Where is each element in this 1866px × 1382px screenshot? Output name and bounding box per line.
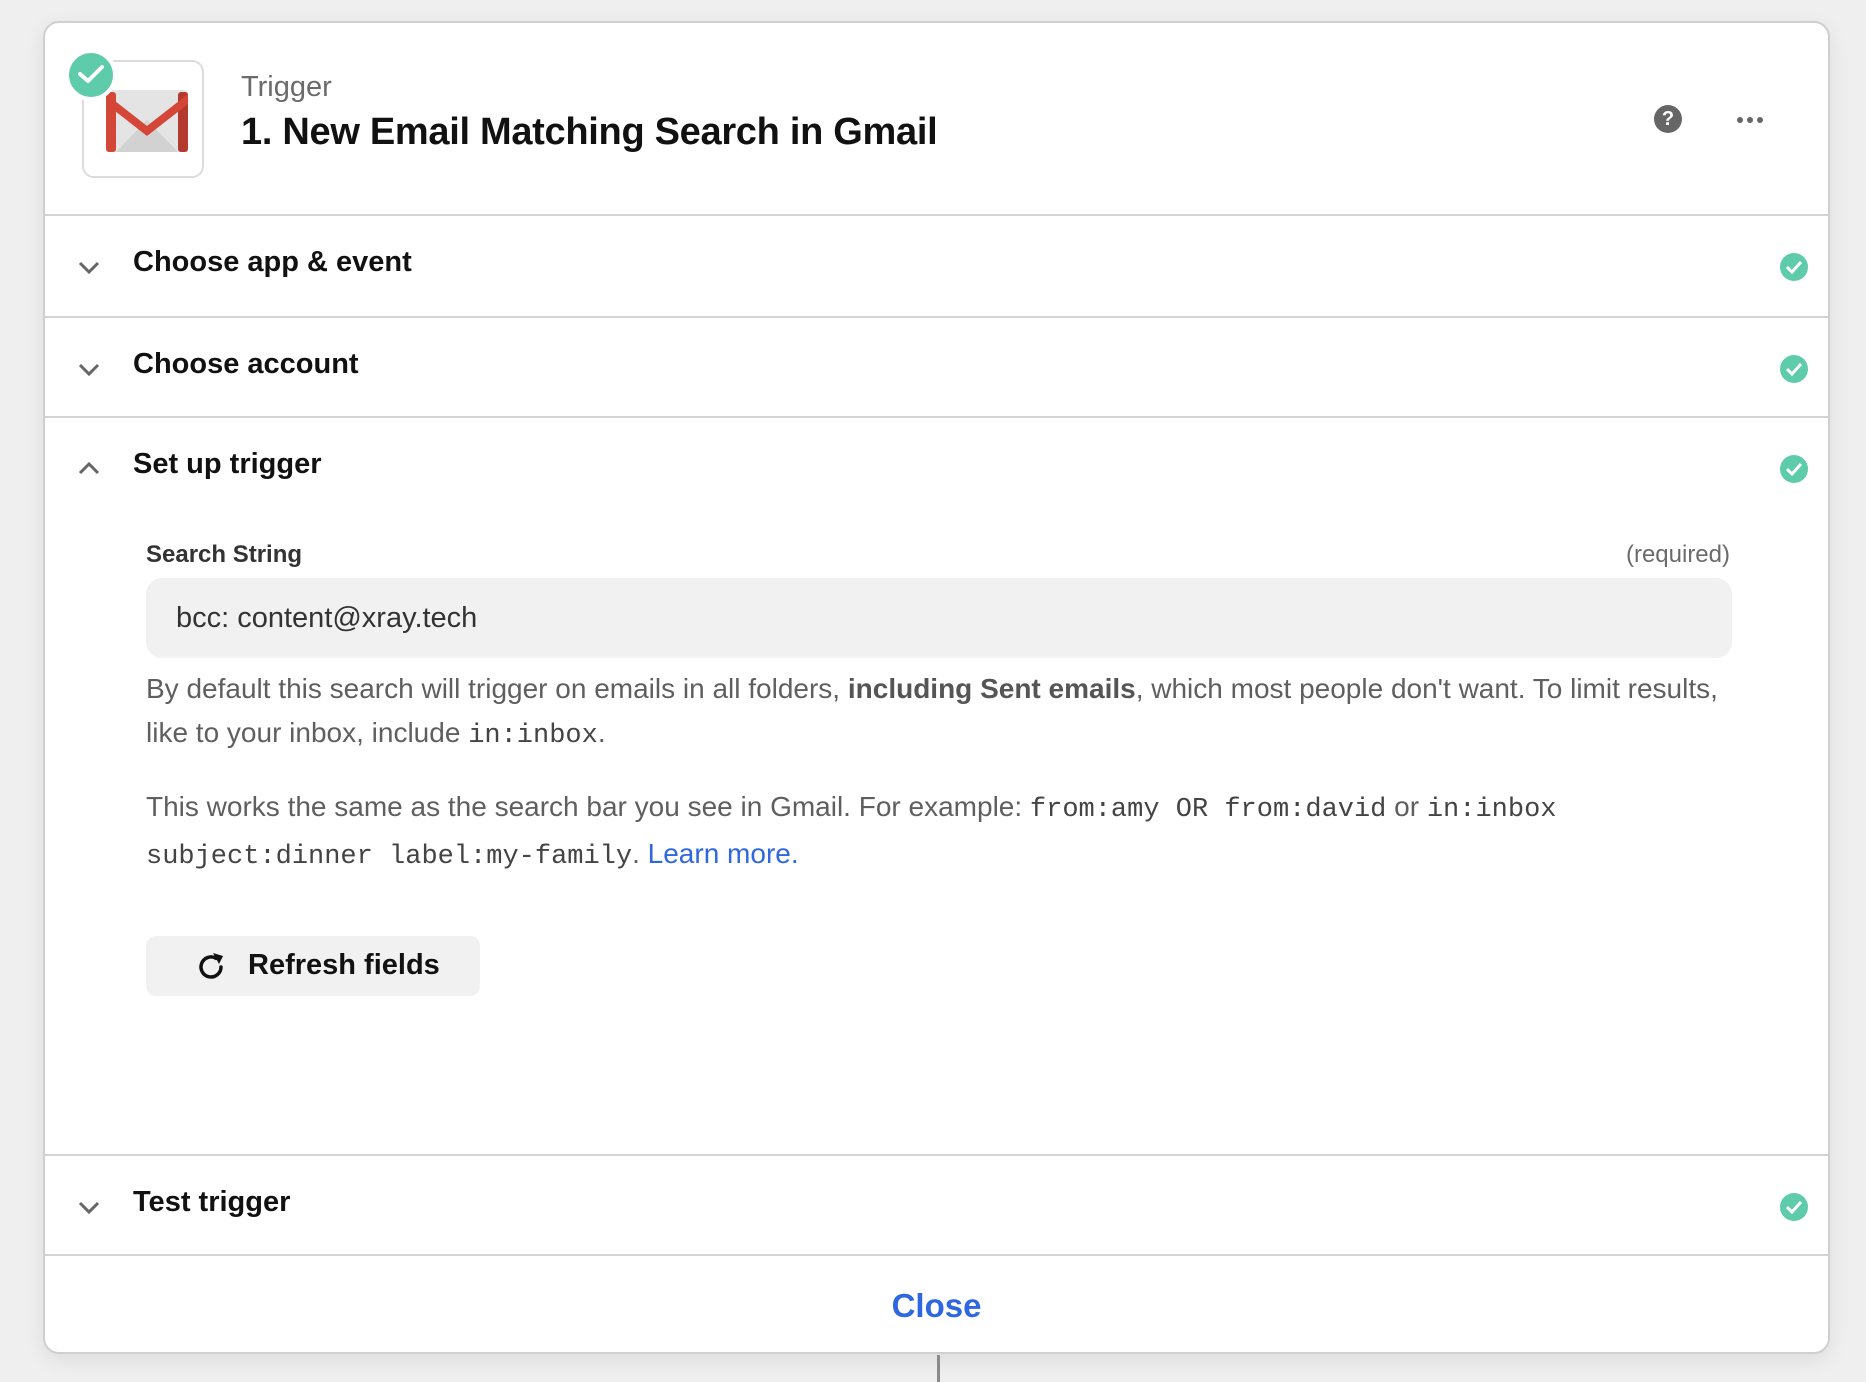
help-code: from:amy OR from:david <box>1029 795 1387 825</box>
help-icon[interactable]: ? <box>1654 105 1682 133</box>
chevron-down-icon <box>78 1201 100 1215</box>
section-choose-account[interactable]: Choose account <box>45 318 1828 418</box>
more-options-icon[interactable] <box>1735 105 1765 133</box>
success-check-icon <box>65 49 117 101</box>
help-text: . <box>597 717 606 748</box>
section-test-trigger[interactable]: Test trigger <box>45 1156 1828 1256</box>
refresh-fields-button[interactable]: Refresh fields <box>146 936 480 996</box>
search-example-text: This works the same as the search bar yo… <box>146 785 1746 879</box>
step-connector-line <box>937 1355 940 1382</box>
section-choose-app-event[interactable]: Choose app & event <box>45 216 1828 316</box>
check-circle-icon <box>1780 355 1808 383</box>
section-label: Choose app & event <box>133 246 412 278</box>
chevron-down-icon <box>78 261 100 275</box>
refresh-fields-label: Refresh fields <box>248 949 440 981</box>
section-label: Set up trigger <box>133 448 322 480</box>
step-type-label: Trigger <box>241 71 332 103</box>
help-code: in:inbox <box>468 721 598 751</box>
help-text: . <box>632 838 648 869</box>
step-title[interactable]: 1. New Email Matching Search in Gmail <box>241 111 938 154</box>
refresh-icon <box>199 953 223 979</box>
check-circle-icon <box>1780 455 1808 483</box>
search-string-input[interactable] <box>146 578 1732 658</box>
step-header: Trigger 1. New Email Matching Search in … <box>45 23 1828 216</box>
divider <box>45 1254 1828 1256</box>
search-string-label: Search String <box>146 541 303 568</box>
check-circle-icon <box>1780 253 1808 281</box>
search-help-text: By default this search will trigger on e… <box>146 667 1746 758</box>
section-set-up-trigger[interactable]: Set up trigger <box>45 418 1828 518</box>
help-text-bold: including Sent emails <box>847 673 1136 704</box>
help-text: This works the same as the search bar yo… <box>146 791 1030 822</box>
learn-more-link[interactable]: Learn more. <box>648 838 799 869</box>
close-button[interactable]: Close <box>45 1287 1828 1325</box>
check-circle-icon <box>1780 1193 1808 1221</box>
gmail-logo-icon <box>106 90 188 152</box>
step-editor-card: Trigger 1. New Email Matching Search in … <box>43 21 1830 1354</box>
section-label: Choose account <box>133 348 359 380</box>
section-label: Test trigger <box>133 1186 291 1218</box>
chevron-up-icon <box>78 461 100 475</box>
required-indicator: (required) <box>1625 541 1730 568</box>
help-text: By default this search will trigger on e… <box>146 673 848 704</box>
help-text: or <box>1386 791 1427 822</box>
chevron-down-icon <box>78 363 100 377</box>
